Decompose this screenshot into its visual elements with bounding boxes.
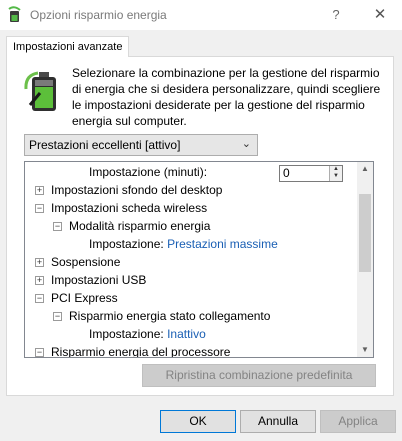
power-plan-value: Prestazioni eccellenti [attivo] (29, 138, 181, 152)
tree-item-processor[interactable]: − Risparmio energia del processore (35, 343, 230, 357)
tree-item-label: Sospensione (51, 255, 121, 269)
spin-up-icon[interactable]: ▲ (330, 166, 342, 173)
tree-item-label: Modalità risparmio energia (69, 219, 211, 233)
apply-button[interactable]: Applica (320, 410, 396, 433)
tree-item-wireless[interactable]: − Impostazioni scheda wireless (35, 199, 207, 217)
vertical-scrollbar[interactable]: ▲ ▼ (357, 162, 373, 357)
title-bar: Opzioni risparmio energia ? ✕ (0, 0, 402, 30)
window-title: Opzioni risparmio energia (30, 8, 167, 22)
restore-defaults-button[interactable]: Ripristina combinazione predefinita (142, 364, 376, 387)
tree-row-minutes: Impostazione (minuti): 0 ▲ ▼ (89, 163, 357, 182)
spin-down-icon[interactable]: ▼ (330, 173, 342, 180)
tree-item-link-state[interactable]: − Risparmio energia stato collegamento (53, 307, 270, 325)
tree-item-label: PCI Express (51, 291, 118, 305)
setting-minutes-label: Impostazione (minuti): (89, 165, 208, 179)
close-button[interactable]: ✕ (366, 4, 394, 26)
setting-value-link[interactable]: Inattivo (167, 327, 206, 341)
minutes-spinbox[interactable]: 0 ▲ ▼ (279, 165, 343, 182)
power-options-icon (8, 6, 21, 22)
collapse-minus-icon[interactable]: − (35, 348, 44, 357)
tree-item-label: Impostazioni scheda wireless (51, 201, 208, 215)
tree-row-wireless-setting[interactable]: Impostazione: Prestazioni massime (89, 235, 278, 253)
setting-value-link[interactable]: Prestazioni massime (167, 237, 278, 251)
scroll-up-icon[interactable]: ▲ (357, 162, 373, 176)
tree-item-sleep[interactable]: + Sospensione (35, 253, 120, 271)
scrollbar-thumb[interactable] (359, 194, 371, 272)
expand-plus-icon[interactable]: + (35, 276, 44, 285)
tab-advanced-settings[interactable]: Impostazioni avanzate (6, 36, 129, 57)
collapse-minus-icon[interactable]: − (53, 222, 62, 231)
battery-power-icon (24, 71, 56, 111)
tree-item-wireless-power-mode[interactable]: − Modalità risparmio energia (53, 217, 210, 235)
cancel-button[interactable]: Annulla (240, 410, 316, 433)
settings-tree[interactable]: Impostazione (minuti): 0 ▲ ▼ + Impostazi… (24, 161, 374, 358)
tab-label: Impostazioni avanzate (13, 41, 123, 53)
expand-plus-icon[interactable]: + (35, 258, 44, 267)
scroll-down-icon[interactable]: ▼ (357, 343, 373, 357)
tree-row-link-setting[interactable]: Impostazione: Inattivo (89, 325, 206, 343)
description-text: Selezionare la combinazione per la gesti… (72, 66, 381, 128)
expand-plus-icon[interactable]: + (35, 186, 44, 195)
power-plan-dropdown[interactable]: Prestazioni eccellenti [attivo] ⌄ (24, 134, 258, 156)
collapse-minus-icon[interactable]: − (53, 312, 62, 321)
chevron-down-icon: ⌄ (241, 138, 251, 150)
help-button[interactable]: ? (322, 4, 350, 26)
setting-label: Impostazione: (89, 237, 164, 251)
ok-button[interactable]: OK (160, 410, 236, 433)
tree-item-label: Risparmio energia del processore (51, 345, 231, 357)
collapse-minus-icon[interactable]: − (35, 204, 44, 213)
collapse-minus-icon[interactable]: − (35, 294, 44, 303)
minutes-value[interactable]: 0 (283, 166, 290, 181)
setting-label: Impostazione: (89, 327, 164, 341)
tree-item-usb[interactable]: + Impostazioni USB (35, 271, 146, 289)
tree-item-desktop-background[interactable]: + Impostazioni sfondo del desktop (35, 181, 222, 199)
tree-item-label: Risparmio energia stato collegamento (69, 309, 271, 323)
tree-item-label: Impostazioni USB (51, 273, 147, 287)
tree-item-pci-express[interactable]: − PCI Express (35, 289, 118, 307)
tree-item-label: Impostazioni sfondo del desktop (51, 183, 223, 197)
